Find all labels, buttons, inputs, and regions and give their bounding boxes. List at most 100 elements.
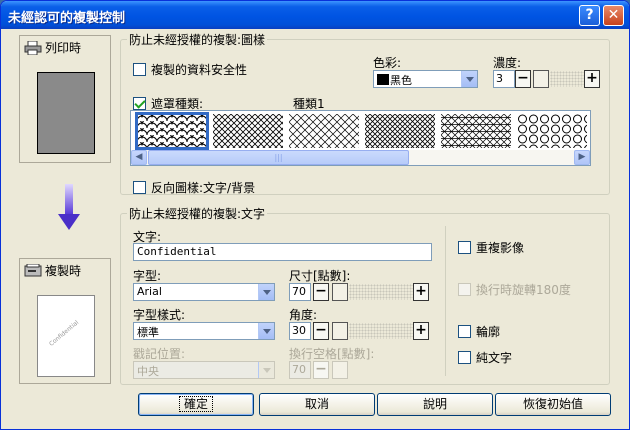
color-swatch bbox=[377, 74, 389, 85]
spacing-value: 70 bbox=[289, 361, 311, 379]
print-preview-panel: 列印時 bbox=[19, 35, 111, 163]
style-label: 字型樣式: bbox=[133, 308, 186, 322]
help-button[interactable]: 說明 bbox=[377, 393, 493, 416]
position-dropdown-icon bbox=[258, 362, 274, 378]
style-select[interactable]: 標準 bbox=[133, 322, 275, 340]
position-label: 戳記位置: bbox=[133, 347, 186, 361]
spacing-decrease-button: − bbox=[313, 361, 329, 379]
dialog-window: 未經認可的複製控制 ? ✕ 列印時 複製時 Confidential 防止未經授… bbox=[0, 0, 630, 430]
invert-pattern-label: 反向圖樣:文字/背景 bbox=[151, 181, 256, 195]
scroll-right-icon[interactable]: ▶ bbox=[574, 150, 590, 165]
invert-pattern-checkbox[interactable]: 反向圖樣:文字/背景 bbox=[133, 179, 255, 196]
plain-text-box[interactable] bbox=[458, 351, 471, 364]
size-thumb[interactable] bbox=[332, 283, 348, 301]
invert-pattern-box[interactable] bbox=[133, 181, 146, 194]
pattern-item[interactable] bbox=[517, 114, 587, 148]
print-label-row: 列印時 bbox=[24, 39, 81, 56]
ok-button-label: 確定 bbox=[178, 396, 214, 412]
repeat-image-label: 重複影像 bbox=[476, 241, 525, 255]
pattern-group: 防止未經授權的複製:圖樣 複製的資料安全性 色彩: 黑色 濃度: 3 − + 遮… bbox=[120, 31, 610, 196]
rotate-180-checkbox: 換行時旋轉180度 bbox=[458, 281, 571, 298]
angle-track[interactable] bbox=[349, 323, 413, 339]
text-group: 防止未經授權的複製:文字 文字: Confidential 字型: Arial … bbox=[120, 205, 610, 385]
angle-label: 角度: bbox=[289, 308, 318, 322]
size-increase-button[interactable]: + bbox=[413, 283, 429, 301]
copy-page-preview: Confidential bbox=[37, 295, 95, 377]
window-title: 未經認可的複製控制 bbox=[8, 11, 126, 26]
secure-copy-label: 複製的資料安全性 bbox=[151, 63, 248, 77]
repeat-image-box[interactable] bbox=[458, 241, 471, 254]
font-value: Arial bbox=[137, 285, 162, 298]
font-label: 字型: bbox=[133, 269, 162, 283]
spacing-label: 換行空格[點數]: bbox=[289, 347, 375, 361]
color-dropdown-icon[interactable] bbox=[461, 71, 477, 87]
print-page-preview bbox=[37, 72, 95, 154]
outline-checkbox[interactable]: 輪廓 bbox=[458, 323, 500, 340]
spacing-thumb bbox=[332, 361, 348, 379]
rotate-180-label: 換行時旋轉180度 bbox=[476, 283, 571, 297]
angle-value[interactable]: 30 bbox=[289, 322, 311, 340]
position-select: 中央 bbox=[133, 361, 275, 379]
pattern-item[interactable] bbox=[365, 114, 435, 148]
pattern-item[interactable] bbox=[289, 114, 359, 148]
style-dropdown-icon[interactable] bbox=[258, 323, 274, 339]
text-group-legend: 防止未經授權的複製:文字 bbox=[127, 205, 268, 222]
pattern-scrollbar[interactable]: ◀ ||| ▶ bbox=[131, 150, 590, 165]
color-select[interactable]: 黑色 bbox=[373, 70, 478, 88]
size-decrease-button[interactable]: − bbox=[313, 283, 329, 301]
scroll-thumb[interactable]: ||| bbox=[148, 150, 409, 165]
font-dropdown-icon[interactable] bbox=[258, 284, 274, 300]
outline-label: 輪廓 bbox=[476, 325, 501, 339]
angle-decrease-button[interactable]: − bbox=[313, 322, 329, 340]
size-track[interactable] bbox=[349, 284, 413, 300]
density-decrease-button[interactable]: − bbox=[515, 70, 531, 88]
secure-copy-checkbox[interactable]: 複製的資料安全性 bbox=[133, 61, 247, 78]
mask-type-box[interactable] bbox=[133, 97, 146, 110]
copy-preview-panel: 複製時 Confidential bbox=[19, 258, 111, 384]
cancel-button[interactable]: 取消 bbox=[259, 393, 375, 416]
font-select[interactable]: Arial bbox=[133, 283, 275, 301]
size-label: 尺寸[點數]: bbox=[289, 269, 351, 283]
outline-box[interactable] bbox=[458, 325, 471, 338]
pattern-item[interactable] bbox=[213, 114, 283, 148]
position-value: 中央 bbox=[137, 365, 159, 378]
scroll-left-icon[interactable]: ◀ bbox=[131, 150, 147, 165]
density-slider[interactable]: 3 − + bbox=[493, 70, 601, 88]
angle-thumb[interactable] bbox=[332, 322, 348, 340]
repeat-image-checkbox[interactable]: 重複影像 bbox=[458, 239, 524, 256]
size-slider[interactable]: 70 − + bbox=[289, 283, 432, 301]
plain-text-label: 純文字 bbox=[476, 351, 513, 365]
rotate-180-box bbox=[458, 283, 471, 296]
copy-watermark: Confidential bbox=[47, 319, 81, 348]
text-input[interactable]: Confidential bbox=[133, 243, 432, 261]
reset-button-label: 恢復初始值 bbox=[522, 397, 583, 411]
density-thumb[interactable] bbox=[533, 70, 549, 88]
down-arrow-icon bbox=[58, 184, 80, 230]
density-value[interactable]: 3 bbox=[493, 70, 515, 88]
copy-label: 複製時 bbox=[45, 264, 82, 278]
reset-button[interactable]: 恢復初始值 bbox=[495, 393, 611, 416]
angle-increase-button[interactable]: + bbox=[413, 322, 429, 340]
close-icon[interactable]: ✕ bbox=[603, 5, 624, 26]
help-icon[interactable]: ? bbox=[579, 5, 600, 26]
density-increase-button[interactable]: + bbox=[584, 70, 600, 88]
text-group-divider bbox=[445, 226, 446, 376]
plain-text-checkbox[interactable]: 純文字 bbox=[458, 349, 512, 366]
pattern-item[interactable] bbox=[135, 112, 209, 150]
ok-button[interactable]: 確定 bbox=[138, 393, 254, 416]
color-label: 色彩: bbox=[373, 56, 402, 70]
pattern-item[interactable] bbox=[441, 114, 511, 148]
density-track[interactable] bbox=[550, 71, 584, 87]
density-label: 濃度: bbox=[493, 56, 522, 70]
angle-slider[interactable]: 30 − + bbox=[289, 322, 432, 340]
secure-copy-box[interactable] bbox=[133, 63, 146, 76]
copier-icon bbox=[24, 263, 42, 276]
title-bar[interactable]: 未經認可的複製控制 ? ✕ bbox=[1, 1, 629, 29]
copy-label-row: 複製時 bbox=[24, 262, 81, 279]
size-value[interactable]: 70 bbox=[289, 283, 311, 301]
printer-icon bbox=[24, 40, 42, 55]
help-button-label: 說明 bbox=[422, 397, 447, 411]
print-label: 列印時 bbox=[45, 41, 82, 55]
pattern-list[interactable]: ◀ ||| ▶ bbox=[130, 110, 591, 166]
style-value: 標準 bbox=[137, 326, 159, 339]
